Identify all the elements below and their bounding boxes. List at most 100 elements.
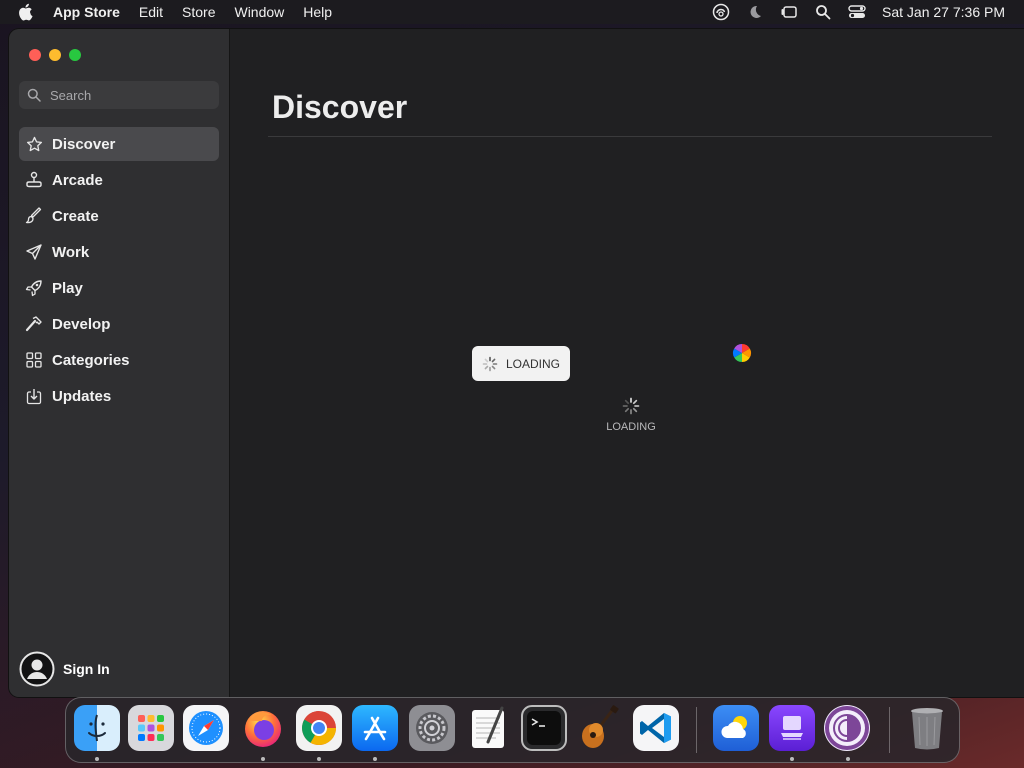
loading-spinner-icon (482, 356, 498, 372)
loading-pill-label: LOADING (506, 356, 561, 371)
window-controls (29, 49, 89, 61)
menu-window[interactable]: Window (234, 4, 284, 20)
sidebar-item-label: Discover (52, 135, 116, 153)
dock-safari[interactable] (183, 705, 229, 751)
dock-running-indicator (317, 757, 321, 761)
app-store-window: Discover Arcade Create Work (9, 29, 1024, 697)
finder-icon (88, 714, 106, 742)
terminal-prompt-icon (527, 711, 561, 745)
sidebar-item-create[interactable]: Create (19, 199, 219, 233)
spotlight-search-icon[interactable] (814, 3, 832, 21)
dock-separator (696, 707, 697, 753)
dock-vscode[interactable] (633, 705, 679, 751)
vscode-icon (640, 713, 671, 743)
sidebar-item-label: Arcade (52, 171, 103, 189)
dock-weather[interactable] (713, 705, 759, 751)
dock-running-indicator (846, 757, 850, 761)
app-store-icon (363, 716, 387, 741)
menu-app-store[interactable]: App Store (53, 4, 120, 20)
search-field[interactable] (19, 81, 219, 109)
creative-cloud-icon[interactable] (712, 3, 730, 21)
sidebar-item-updates[interactable]: Updates (19, 379, 219, 413)
textedit-icon (472, 706, 504, 748)
close-window-button[interactable] (29, 49, 41, 61)
dock-app-store[interactable] (352, 705, 398, 751)
loading-spinner-icon (622, 397, 640, 415)
loading-indicator: LOADING (591, 397, 671, 433)
dock-running-indicator (261, 757, 265, 761)
download-icon (25, 387, 43, 405)
sidebar-item-play[interactable]: Play (19, 271, 219, 305)
menu-edit[interactable]: Edit (139, 4, 163, 20)
sidebar-item-label: Create (52, 207, 99, 225)
search-icon (27, 88, 41, 102)
sidebar-nav: Discover Arcade Create Work Play Develop… (19, 127, 219, 415)
sidebar-item-categories[interactable]: Categories (19, 343, 219, 377)
loading-pill: LOADING (472, 346, 570, 381)
sidebar-item-label: Play (52, 279, 83, 297)
hammer-icon (25, 315, 43, 333)
launchpad-grid-icon (138, 715, 164, 741)
guitar-icon (582, 705, 619, 748)
dock-tor-browser[interactable] (824, 705, 870, 751)
stage-manager-icon[interactable] (780, 3, 798, 21)
dock-running-indicator (373, 757, 377, 761)
minimize-window-button[interactable] (49, 49, 61, 61)
firefox-icon (245, 711, 281, 747)
sign-in-button[interactable]: Sign In (19, 651, 110, 687)
tor-browser-icon (825, 706, 869, 750)
dock-running-indicator (790, 757, 794, 761)
dock-trash[interactable] (904, 705, 950, 751)
menu-help[interactable]: Help (303, 4, 332, 20)
sidebar-item-label: Updates (52, 387, 112, 405)
avatar-icon (19, 651, 55, 687)
sidebar-item-label: Categories (52, 351, 130, 369)
dock-simulator[interactable] (769, 705, 815, 751)
loading-label: LOADING (606, 421, 656, 433)
apple-menu-icon[interactable] (17, 3, 37, 21)
brush-icon (25, 207, 43, 225)
weather-cloud-sun-icon (721, 716, 747, 738)
sidebar: Discover Arcade Create Work (9, 29, 230, 697)
menu-bar: App Store Edit Store Window Help Sat Jan… (0, 0, 1024, 24)
page-title: Discover (272, 89, 408, 125)
main-content: Discover LOADING LOADING (231, 29, 1024, 697)
sidebar-item-discover[interactable]: Discover (19, 127, 219, 161)
dock-launchpad[interactable] (128, 705, 174, 751)
gear-icon (416, 712, 448, 744)
menu-bar-clock[interactable]: Sat Jan 27 7:36 PM (882, 4, 1005, 20)
trash-icon (911, 708, 943, 750)
sidebar-item-work[interactable]: Work (19, 235, 219, 269)
simulator-icon (781, 716, 803, 740)
sidebar-item-arcade[interactable]: Arcade (19, 163, 219, 197)
dock-system-settings[interactable] (409, 705, 455, 751)
dock-firefox[interactable] (240, 705, 286, 751)
rocket-icon (25, 279, 43, 297)
busy-color-wheel-icon (732, 344, 752, 362)
paper-plane-icon (25, 243, 43, 261)
dock-chrome[interactable] (296, 705, 342, 751)
chrome-icon (302, 711, 336, 745)
sidebar-item-develop[interactable]: Develop (19, 307, 219, 341)
dock-running-indicator (95, 757, 99, 761)
star-icon (25, 135, 43, 153)
control-center-icon[interactable] (848, 3, 866, 21)
dock-terminal[interactable] (521, 705, 567, 751)
menu-store[interactable]: Store (182, 4, 215, 20)
dock-separator (889, 707, 890, 753)
grid-icon (25, 351, 43, 369)
safari-compass-icon (189, 711, 223, 745)
sidebar-item-label: Develop (52, 315, 111, 333)
menu-bar-status: Sat Jan 27 7:36 PM (712, 0, 1024, 24)
dock (65, 697, 960, 763)
dock-finder[interactable] (74, 705, 120, 751)
sidebar-item-label: Work (52, 243, 90, 261)
search-input[interactable] (50, 87, 200, 103)
sign-in-label: Sign In (63, 661, 110, 677)
joystick-icon (25, 171, 43, 189)
dock-textedit[interactable] (465, 705, 511, 751)
zoom-window-button[interactable] (69, 49, 81, 61)
title-divider (268, 136, 992, 137)
dock-garageband[interactable] (576, 705, 622, 751)
do-not-disturb-moon-icon[interactable] (746, 3, 764, 21)
